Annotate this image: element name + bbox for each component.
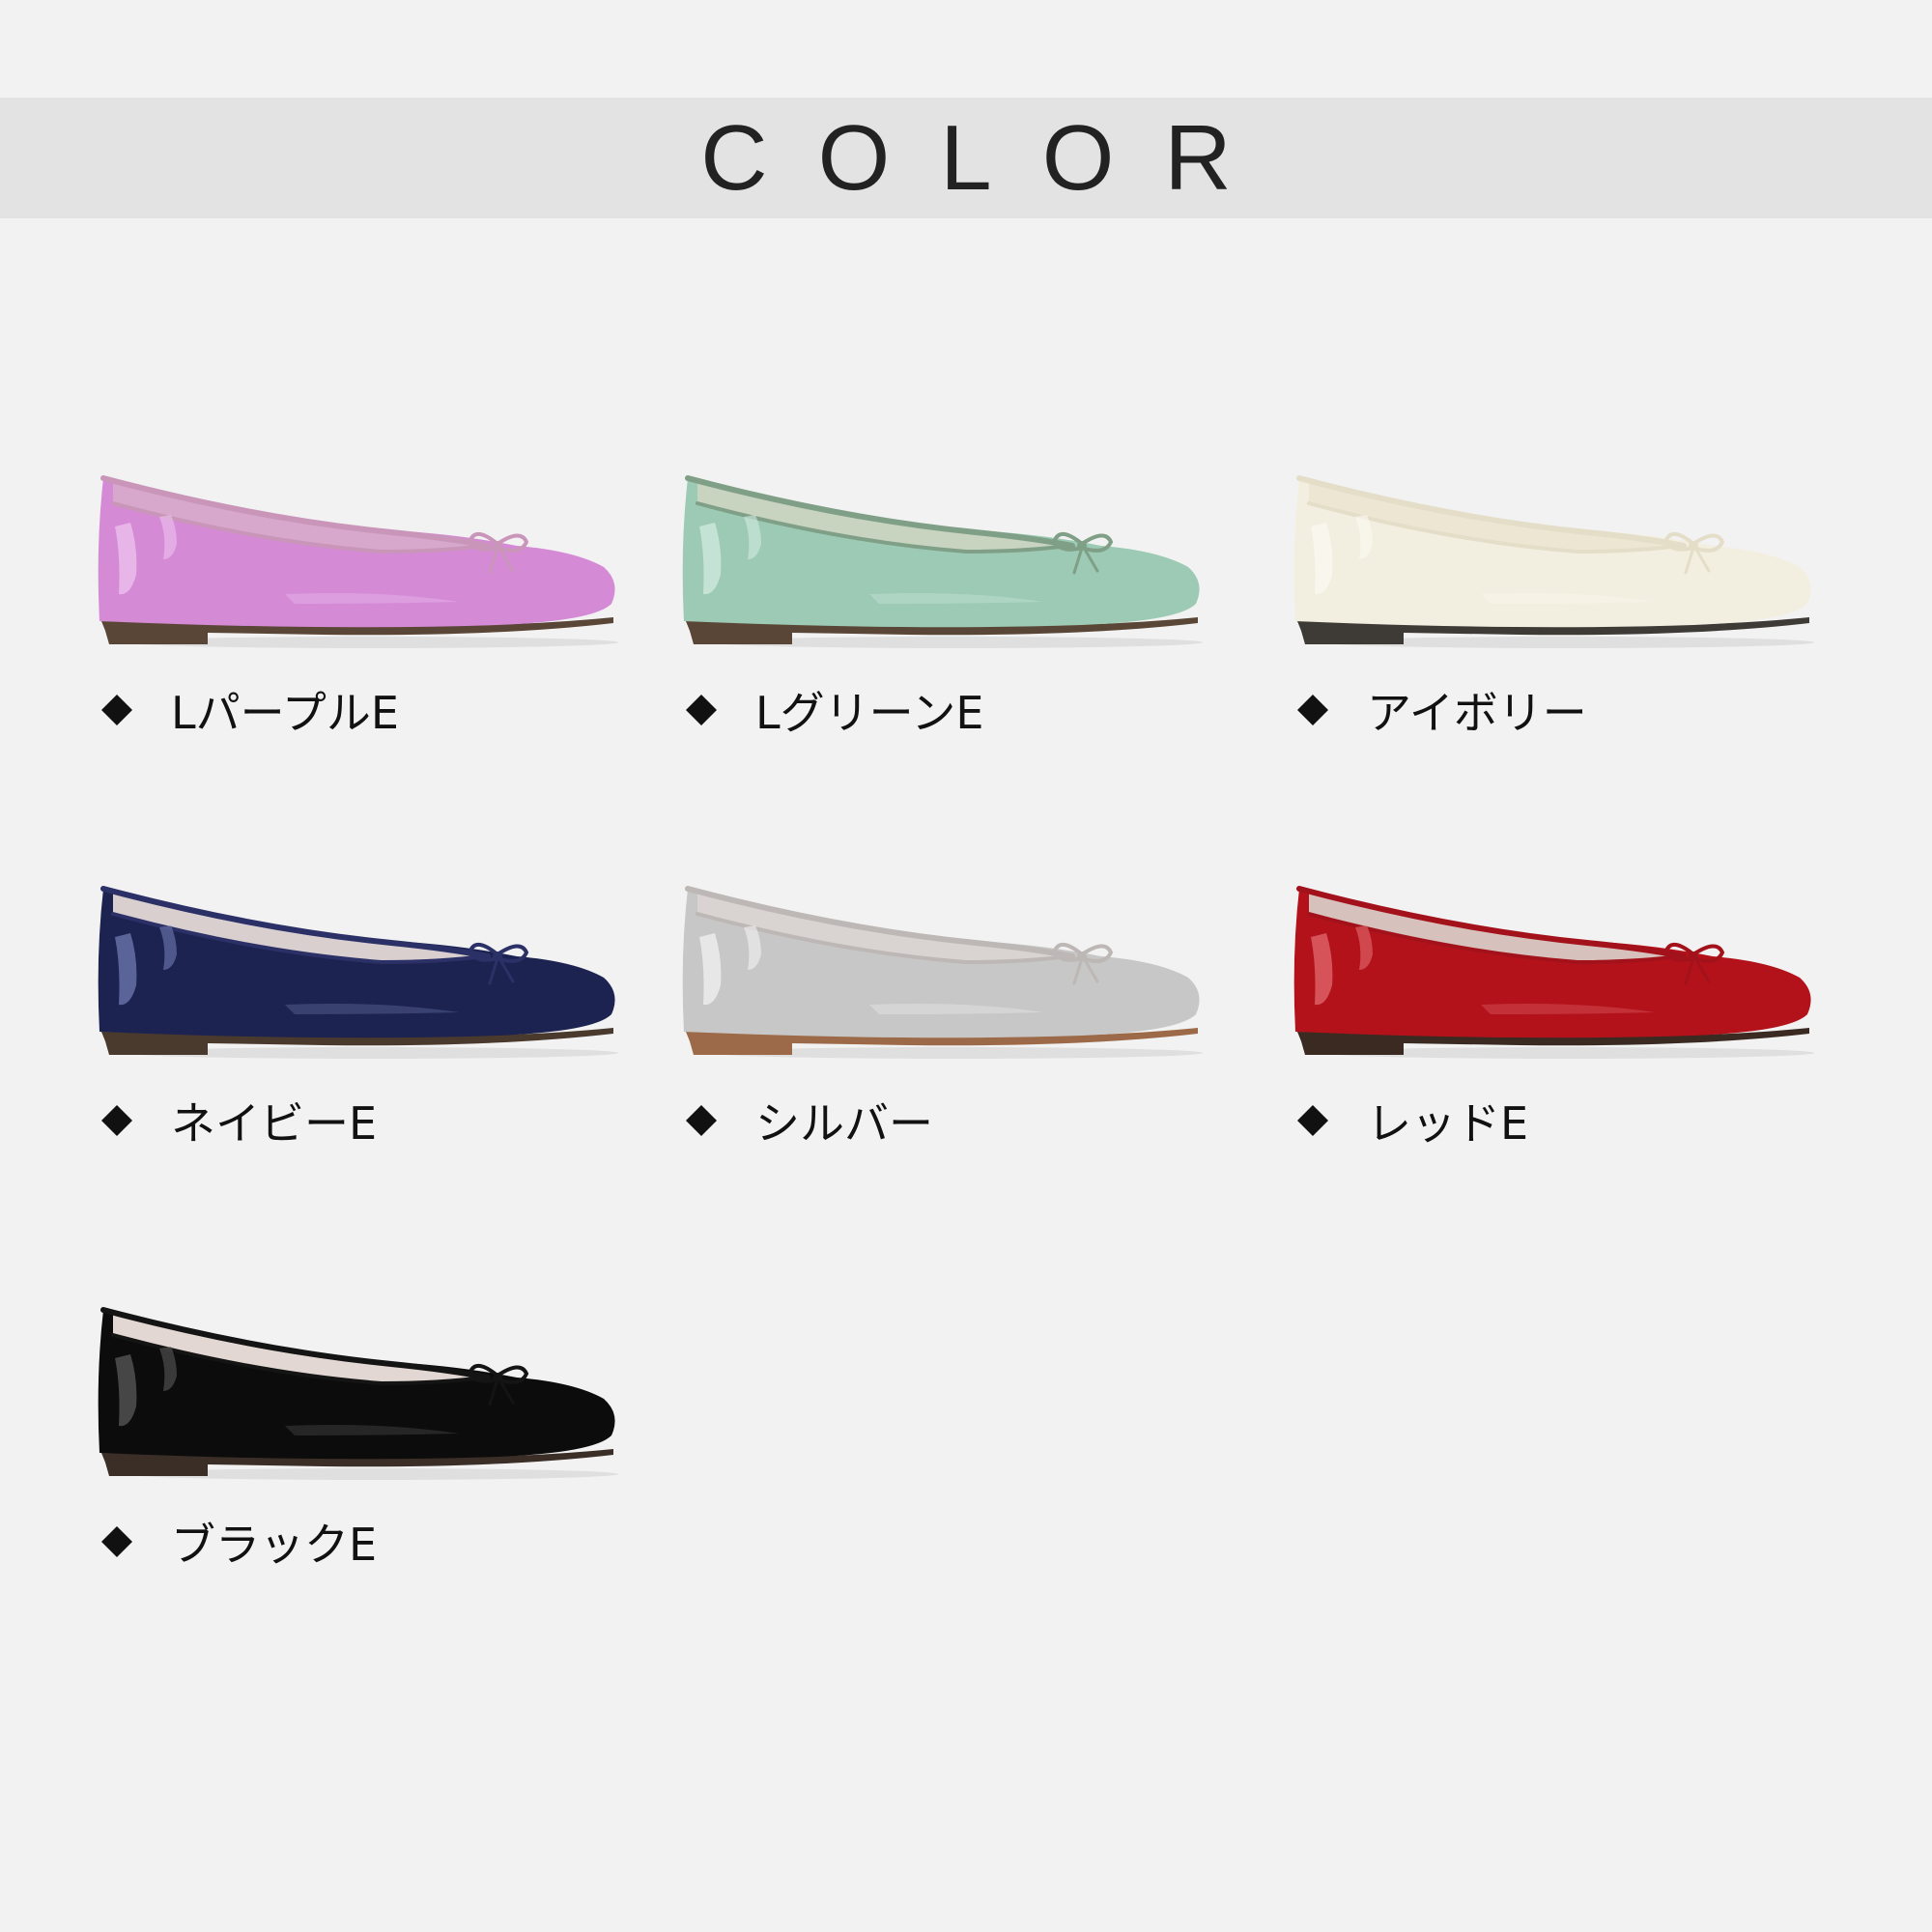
color-option-navy[interactable]: ネイビーE [92, 869, 671, 1188]
color-option-lgreen[interactable]: LグリーンE [676, 459, 1256, 778]
color-name: シルバー [755, 1097, 933, 1150]
diamond-bullet-icon [1297, 1105, 1328, 1136]
shoe-icon [1293, 475, 1814, 648]
shoe-icon [98, 886, 618, 1059]
shoe-icon [682, 475, 1203, 648]
diamond-bullet-icon [686, 695, 717, 725]
color-option-silver[interactable]: シルバー [676, 869, 1256, 1188]
page-title: COLOR [700, 106, 1282, 210]
diamond-bullet-icon [686, 1105, 717, 1136]
color-name: アイボリー [1367, 687, 1587, 739]
color-label-row: ネイビーE [92, 1092, 377, 1150]
color-option-red[interactable]: レッドE [1288, 869, 1867, 1188]
color-option-ivory[interactable]: アイボリー [1288, 459, 1867, 778]
color-name: レッドE [1367, 1097, 1529, 1150]
shoe-icon [1293, 886, 1814, 1059]
color-label-row: シルバー [676, 1092, 933, 1150]
color-option-lpurple[interactable]: LパープルE [92, 459, 671, 778]
color-name: LパープルE [171, 687, 399, 739]
diamond-bullet-icon [101, 1105, 132, 1136]
color-label-row: アイボリー [1288, 681, 1587, 739]
diamond-bullet-icon [101, 1526, 132, 1557]
diamond-bullet-icon [101, 695, 132, 725]
color-option-black[interactable]: ブラックE [92, 1291, 671, 1609]
color-label-row: LグリーンE [676, 681, 983, 739]
color-name: LグリーンE [755, 687, 984, 739]
shoe-icon [682, 886, 1203, 1059]
color-name: ブラックE [171, 1519, 378, 1571]
color-label-row: レッドE [1288, 1092, 1528, 1150]
diamond-bullet-icon [1297, 695, 1328, 725]
color-name: ネイビーE [171, 1097, 378, 1150]
shoe-icon [98, 475, 618, 648]
color-label-row: LパープルE [92, 681, 399, 739]
header-band: COLOR [0, 98, 1932, 218]
shoe-icon [98, 1307, 618, 1480]
color-label-row: ブラックE [92, 1513, 377, 1571]
